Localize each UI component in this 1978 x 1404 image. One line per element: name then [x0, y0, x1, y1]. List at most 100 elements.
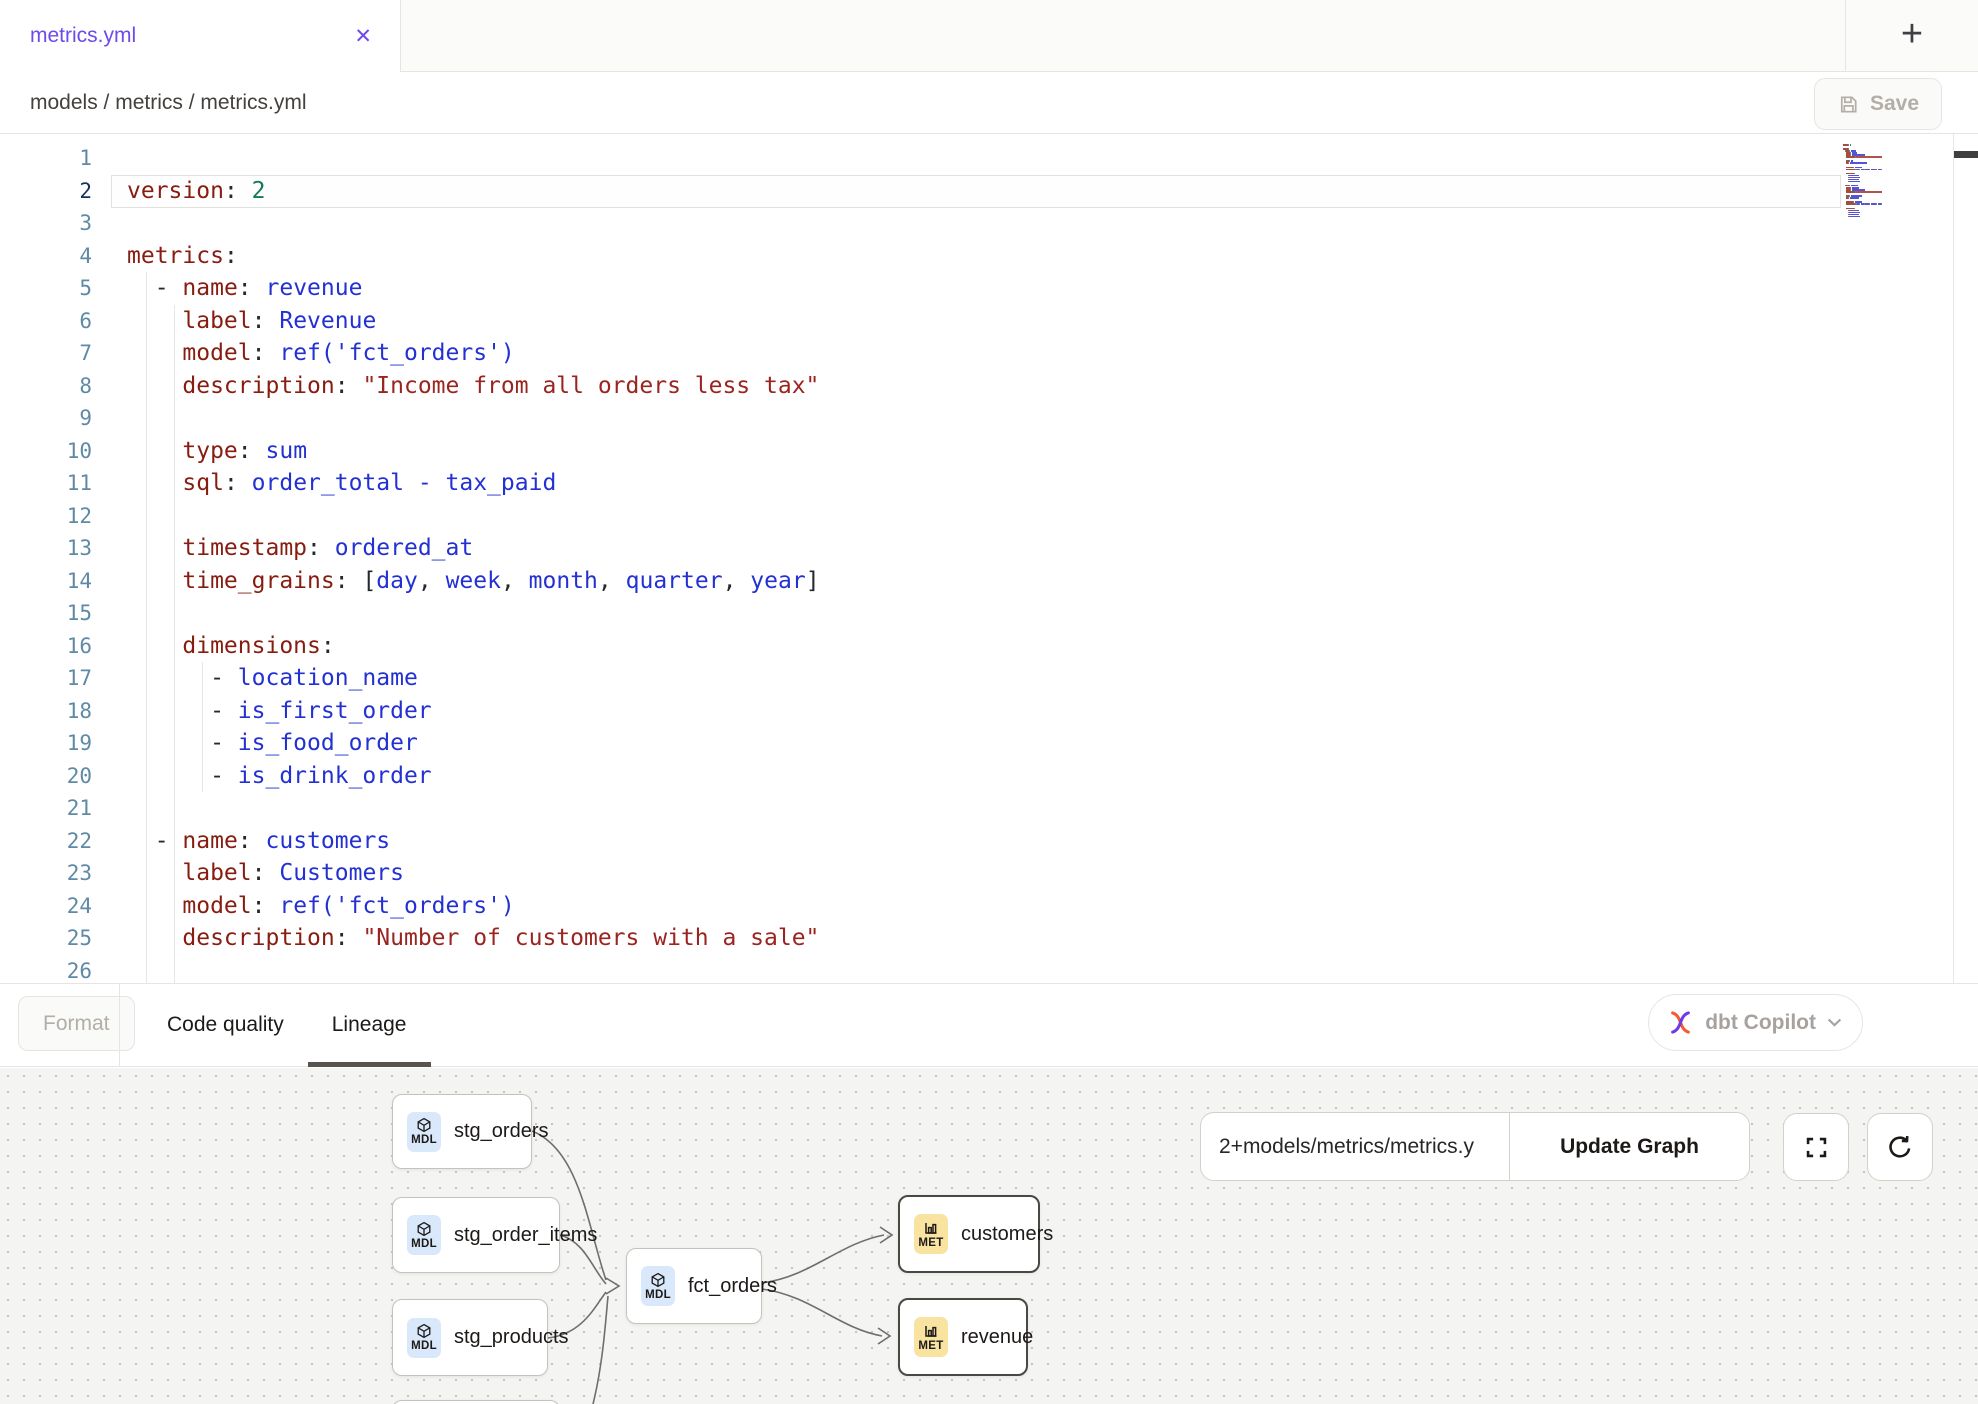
code-line[interactable]: 1: [0, 142, 1978, 175]
code-text: label: Revenue: [119, 305, 1978, 338]
format-button[interactable]: Format: [18, 996, 135, 1051]
save-button[interactable]: Save: [1814, 78, 1942, 130]
graph-node-stg_order_items[interactable]: MDLstg_order_items: [392, 1197, 560, 1273]
tab-title: metrics.yml: [30, 24, 136, 48]
node-label: fct_orders: [688, 1275, 777, 1298]
code-line[interactable]: 3: [0, 207, 1978, 240]
line-number: 15: [0, 597, 92, 630]
update-graph-button[interactable]: Update Graph: [1509, 1113, 1749, 1180]
node-label: customers: [961, 1223, 1053, 1246]
lineage-filter-input[interactable]: [1201, 1113, 1509, 1180]
line-number: 2: [0, 175, 92, 208]
code-text: [119, 207, 1978, 240]
code-line[interactable]: 17 - location_name: [0, 662, 1978, 695]
line-number: 22: [0, 825, 92, 858]
tab-bar: metrics.yml ✕ +: [0, 0, 1978, 72]
code-line[interactable]: 18 - is_first_order: [0, 695, 1978, 728]
active-tab-underline: [308, 1062, 431, 1067]
tab-code-quality[interactable]: Code quality: [143, 984, 308, 1066]
code-text: [119, 142, 1978, 175]
code-line[interactable]: 21: [0, 792, 1978, 825]
code-text: time_grains: [day, week, month, quarter,…: [119, 565, 1978, 598]
breadcrumb-row: models / metrics / metrics.yml Save: [0, 72, 1978, 133]
refresh-button[interactable]: [1867, 1113, 1933, 1181]
ide-window: metrics.yml ✕ + models / metrics / metri…: [0, 0, 1978, 1404]
code-lines: 12version: 234metrics:5 - name: revenue6…: [0, 134, 1978, 983]
code-line[interactable]: 4metrics:: [0, 240, 1978, 273]
save-icon: [1837, 93, 1860, 116]
fullscreen-button[interactable]: [1783, 1113, 1849, 1181]
code-line[interactable]: 19 - is_food_order: [0, 727, 1978, 760]
plus-icon: +: [1901, 15, 1923, 53]
code-text: metrics:: [119, 240, 1978, 273]
node-label: revenue: [961, 1326, 1033, 1349]
save-label: Save: [1870, 92, 1919, 116]
code-text: [119, 500, 1978, 533]
graph-node-stg_orders[interactable]: MDLstg_orders: [392, 1094, 532, 1169]
fullscreen-icon: [1803, 1134, 1830, 1161]
code-line[interactable]: 14 time_grains: [day, week, month, quart…: [0, 565, 1978, 598]
code-text: [119, 597, 1978, 630]
code-text: - location_name: [119, 662, 1978, 695]
code-line[interactable]: 16 dimensions:: [0, 630, 1978, 663]
graph-node-revenue[interactable]: METrevenue: [898, 1298, 1028, 1376]
dbt-copilot-button[interactable]: dbt Copilot: [1648, 994, 1863, 1051]
code-line[interactable]: 5 - name: revenue: [0, 272, 1978, 305]
model-badge: MDL: [641, 1266, 675, 1306]
model-cube-icon: [650, 1272, 666, 1288]
code-line[interactable]: 22 - name: customers: [0, 825, 1978, 858]
code-text: type: sum: [119, 435, 1978, 468]
badge-type-label: MET: [918, 1340, 943, 1352]
graph-node-stg_partial[interactable]: [392, 1400, 560, 1404]
graph-node-customers[interactable]: METcustomers: [898, 1195, 1040, 1273]
arrowhead-fct_orders: [606, 1278, 619, 1294]
code-line[interactable]: 6 label: Revenue: [0, 305, 1978, 338]
code-text: - is_first_order: [119, 695, 1978, 728]
model-badge: MDL: [407, 1112, 441, 1152]
graph-node-fct_orders[interactable]: MDLfct_orders: [626, 1248, 762, 1324]
code-line[interactable]: 24 model: ref('fct_orders'): [0, 890, 1978, 923]
line-number: 26: [0, 955, 92, 984]
badge-type-label: MET: [918, 1237, 943, 1249]
code-line[interactable]: 12: [0, 500, 1978, 533]
line-number: 8: [0, 370, 92, 403]
code-text: - is_food_order: [119, 727, 1978, 760]
tab-metrics-yml[interactable]: metrics.yml ✕: [0, 0, 401, 72]
line-number: 14: [0, 565, 92, 598]
code-line[interactable]: 9: [0, 402, 1978, 435]
code-line[interactable]: 8 description: "Income from all orders l…: [0, 370, 1978, 403]
close-icon[interactable]: ✕: [350, 22, 376, 51]
code-text: [119, 792, 1978, 825]
chevron-down-icon: [1827, 1018, 1842, 1027]
metric-chart-icon: [923, 1220, 939, 1236]
code-text: description: "Number of customers with a…: [119, 922, 1978, 955]
line-number: 16: [0, 630, 92, 663]
code-line[interactable]: 25 description: "Number of customers wit…: [0, 922, 1978, 955]
new-tab-button[interactable]: +: [1845, 0, 1978, 72]
code-line[interactable]: 11 sql: order_total - tax_paid: [0, 467, 1978, 500]
line-number: 11: [0, 467, 92, 500]
code-text: - is_drink_order: [119, 760, 1978, 793]
tab-lineage[interactable]: Lineage: [308, 984, 431, 1066]
badge-type-label: MDL: [645, 1289, 671, 1301]
graph-node-stg_products[interactable]: MDLstg_products: [392, 1299, 548, 1376]
code-line[interactable]: 15: [0, 597, 1978, 630]
breadcrumb[interactable]: models / metrics / metrics.yml: [30, 91, 307, 115]
metric-badge: MET: [914, 1214, 948, 1254]
code-editor[interactable]: 12version: 234metrics:5 - name: revenue6…: [0, 133, 1978, 983]
code-line[interactable]: 23 label: Customers: [0, 857, 1978, 890]
line-number: 23: [0, 857, 92, 890]
code-text: label: Customers: [119, 857, 1978, 890]
code-line[interactable]: 7 model: ref('fct_orders'): [0, 337, 1978, 370]
code-line[interactable]: 10 type: sum: [0, 435, 1978, 468]
code-line[interactable]: 26: [0, 955, 1978, 984]
lineage-canvas[interactable]: MDLstg_orders MDLstg_order_items MDLstg_pr…: [0, 1068, 1978, 1404]
line-number: 25: [0, 922, 92, 955]
line-number: 20: [0, 760, 92, 793]
code-line[interactable]: 13 timestamp: ordered_at: [0, 532, 1978, 565]
code-line[interactable]: 20 - is_drink_order: [0, 760, 1978, 793]
minimap[interactable]: [1843, 142, 1951, 218]
code-text: dimensions:: [119, 630, 1978, 663]
code-line[interactable]: 2version: 2: [0, 175, 1978, 208]
model-badge: MDL: [407, 1318, 441, 1358]
